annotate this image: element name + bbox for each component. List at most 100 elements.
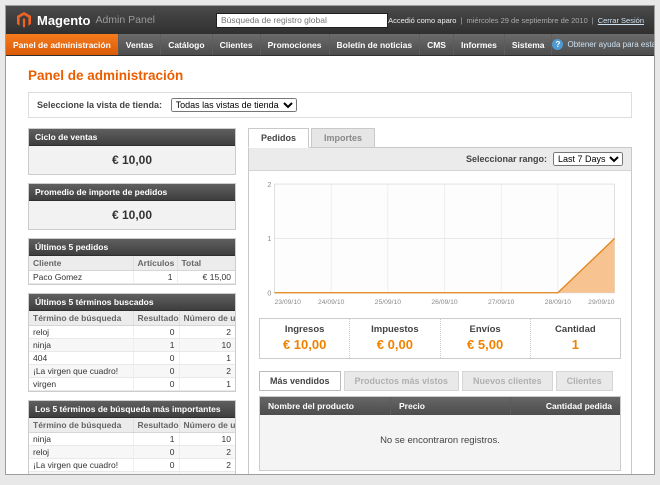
help-icon: ?	[552, 39, 563, 50]
table-cell: 1	[133, 271, 177, 284]
orders-chart: 01223/09/1024/09/1025/09/1026/09/1027/09…	[259, 179, 621, 308]
tab-amounts[interactable]: Importes	[311, 128, 375, 148]
stat-value: € 0,00	[354, 337, 435, 352]
page-title: Panel de administración	[28, 68, 632, 83]
dashboard-columns: Ciclo de ventas € 10,00 Promedio de impo…	[28, 128, 632, 475]
table-body: ninja110reloj02¡La virgen que cuadro!024…	[29, 433, 235, 476]
table-cell: 10	[179, 339, 235, 352]
top-search-widget: Los 5 términos de búsqueda más important…	[28, 400, 236, 475]
magento-logo[interactable]: Magento Admin Panel	[16, 12, 216, 28]
table-cell: 10	[179, 433, 235, 446]
svg-text:27/09/10: 27/09/10	[488, 299, 515, 306]
stat-tax: Impuestos € 0,00	[350, 319, 440, 358]
stat-label: Impuestos	[354, 324, 435, 335]
svg-text:24/09/10: 24/09/10	[318, 299, 345, 306]
average-orders-value: € 10,00	[29, 201, 235, 229]
range-select[interactable]: Last 7 Days	[553, 152, 623, 166]
column-header[interactable]: Resultados	[133, 418, 179, 433]
table-cell: 2	[179, 459, 235, 472]
table-cell: 0	[133, 326, 179, 339]
tab-new-customers[interactable]: Nuevos clientes	[462, 371, 553, 391]
stat-quantity: Cantidad 1	[531, 319, 620, 358]
nav-item-cms[interactable]: CMS	[420, 34, 454, 55]
column-header[interactable]: Precio	[390, 397, 510, 415]
table-cell: 1	[179, 472, 235, 476]
last-search-widget: Últimos 5 términos buscados Término de b…	[28, 293, 236, 392]
table-cell: 1	[179, 378, 235, 391]
column-header[interactable]: Cantidad pedida	[510, 397, 620, 415]
global-search-input[interactable]	[216, 13, 388, 28]
svg-text:23/09/10: 23/09/10	[275, 299, 302, 306]
last-orders-table: Cliente Artículos Total Paco Gomez1€ 15,…	[29, 256, 235, 284]
last-orders-widget: Últimos 5 pedidos Cliente Artículos Tota…	[28, 238, 236, 285]
product-tabs: Más vendidos Productos más vistos Nuevos…	[259, 371, 621, 391]
tab-bestsellers[interactable]: Más vendidos	[259, 371, 341, 391]
table-row: 40401	[29, 472, 235, 476]
column-header[interactable]: Resultados	[133, 311, 179, 326]
column-header[interactable]: Cliente	[29, 256, 133, 271]
column-header[interactable]: Término de búsqueda	[29, 311, 133, 326]
table-row: 40401	[29, 352, 235, 365]
table-cell: 2	[179, 446, 235, 459]
table-cell: 404	[29, 472, 133, 476]
lifetime-sales-value: € 10,00	[29, 146, 235, 174]
svg-text:26/09/10: 26/09/10	[431, 299, 458, 306]
nav-item-sales[interactable]: Ventas	[119, 34, 161, 55]
tab-orders[interactable]: Pedidos	[248, 128, 309, 148]
table-header-row: Término de búsqueda Resultados Número de…	[29, 418, 235, 433]
nav-item-newsletter[interactable]: Boletín de noticias	[330, 34, 421, 55]
table-cell: 0	[133, 472, 179, 476]
stat-revenue: Ingresos € 10,00	[260, 319, 350, 358]
page-content: Panel de administración Seleccione la vi…	[6, 56, 654, 475]
stat-label: Ingresos	[264, 324, 345, 335]
stat-value: 1	[535, 337, 616, 352]
table-cell: virgen	[29, 378, 133, 391]
nav-item-system[interactable]: Sistema	[505, 34, 553, 55]
table-body: reloj02ninja11040401¡La virgen que cuadr…	[29, 326, 235, 391]
nav-item-reports[interactable]: Informes	[454, 34, 505, 55]
table-cell: 1	[179, 352, 235, 365]
svg-text:1: 1	[267, 235, 271, 243]
column-header[interactable]: Número de usos	[179, 418, 235, 433]
widget-title: Los 5 términos de búsqueda más important…	[29, 401, 235, 418]
widget-title: Últimos 5 pedidos	[29, 239, 235, 256]
column-header[interactable]: Artículos	[133, 256, 177, 271]
table-row: ninja110	[29, 339, 235, 352]
stat-label: Envíos	[445, 324, 526, 335]
svg-text:25/09/10: 25/09/10	[375, 299, 402, 306]
widget-title: Promedio de importe de pedidos	[29, 184, 235, 201]
logout-link[interactable]: Cerrar Sesión	[598, 16, 644, 25]
column-header[interactable]: Nombre del producto	[260, 397, 390, 415]
logo-text: Magento	[37, 13, 90, 28]
nav-item-catalog[interactable]: Catálogo	[161, 34, 212, 55]
user-area: Accedió como aparo | miércoles 29 de sep…	[388, 16, 644, 25]
stat-value: € 10,00	[264, 337, 345, 352]
column-header[interactable]: Total	[177, 256, 235, 271]
nav-item-dashboard[interactable]: Panel de administración	[6, 34, 119, 55]
nav-item-promotions[interactable]: Promociones	[261, 34, 330, 55]
separator: |	[592, 16, 594, 25]
svg-text:0: 0	[267, 289, 271, 297]
table-header-row: Cliente Artículos Total	[29, 256, 235, 271]
nav-item-customers[interactable]: Clientes	[213, 34, 261, 55]
last-search-table: Término de búsqueda Resultados Número de…	[29, 311, 235, 391]
nav-list: Panel de administración Ventas Catálogo …	[6, 34, 552, 55]
table-cell: reloj	[29, 326, 133, 339]
stat-shipping: Envíos € 5,00	[441, 319, 531, 358]
store-view-label: Seleccione la vista de tienda:	[37, 100, 162, 110]
table-cell: ¡La virgen que cuadro!	[29, 459, 133, 472]
help-link[interactable]: Obtener ayuda para esta página	[567, 40, 655, 49]
tab-most-viewed[interactable]: Productos más vistos	[344, 371, 460, 391]
table-row: virgen01	[29, 378, 235, 391]
products-table-header: Nombre del producto Precio Cantidad pedi…	[260, 397, 620, 415]
tab-customers[interactable]: Clientes	[556, 371, 613, 391]
column-header[interactable]: Término de búsqueda	[29, 418, 133, 433]
table-cell: 2	[179, 365, 235, 378]
table-cell: 0	[133, 459, 179, 472]
store-view-select[interactable]: Todas las vistas de tienda	[171, 98, 297, 112]
stats-row: Ingresos € 10,00 Impuestos € 0,00 Envíos…	[259, 318, 621, 359]
stat-value: € 5,00	[445, 337, 526, 352]
column-header[interactable]: Número de usos	[179, 311, 235, 326]
table-cell: 1	[133, 433, 179, 446]
current-date: miércoles 29 de septiembre de 2010	[466, 16, 587, 25]
